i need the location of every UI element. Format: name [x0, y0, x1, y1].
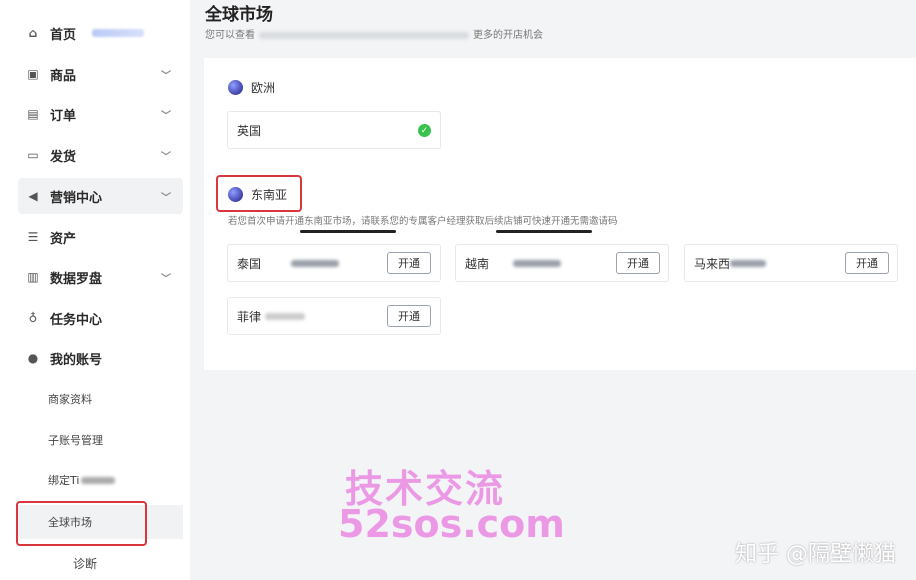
sidebar-item-label: 订单 — [50, 108, 77, 124]
sidebar-subitem-label: 诊断 — [73, 556, 98, 571]
sidebar-item-label: 商品 — [50, 68, 77, 84]
sidebar-item-data-compass[interactable]: ▥ 数据罗盘 ﹀ — [18, 259, 183, 295]
open-button-malaysia[interactable]: 开通 — [845, 252, 889, 274]
open-button-philippines[interactable]: 开通 — [387, 305, 431, 327]
chart-icon: ▥ — [27, 270, 39, 284]
region-europe-header: 欧洲 — [228, 79, 275, 96]
chevron-down-icon: ﹀ — [161, 70, 171, 82]
medal-icon: ♁ — [28, 311, 38, 325]
sidebar-item-label: 任务中心 — [50, 312, 103, 328]
page-subtitle-start: 您可以查看 — [205, 30, 255, 41]
open-button-thailand[interactable]: 开通 — [387, 252, 431, 274]
sidebar-item-label: 数据罗盘 — [50, 271, 103, 287]
sidebar-item-account[interactable]: ● 我的账号 — [18, 340, 183, 376]
globe-icon — [228, 80, 243, 95]
redacted-text — [513, 259, 562, 267]
sidebar-subitem-sub-accounts[interactable]: 子账号管理 — [18, 423, 183, 457]
sidebar-item-orders[interactable]: ▤ 订单 ﹀ — [18, 96, 183, 132]
check-icon: ✓ — [418, 124, 431, 137]
country-name: 泰国 — [237, 256, 262, 271]
home-icon: ⌂ — [28, 26, 38, 40]
goods-icon: ▣ — [27, 67, 39, 81]
sidebar-subitem-global-market[interactable]: 全球市场 — [18, 505, 183, 539]
redacted-text — [92, 29, 145, 37]
sidebar-item-label: 资产 — [50, 231, 77, 247]
chevron-down-icon: ﹀ — [161, 151, 171, 163]
shipping-icon: ▭ — [27, 148, 39, 162]
country-name: 马来西 — [694, 256, 731, 271]
annotation-underline — [496, 230, 592, 233]
page-subtitle-end: 更多的开店机会 — [473, 30, 543, 41]
region-name: 欧洲 — [251, 81, 276, 95]
megaphone-icon: ◀ — [28, 189, 38, 203]
redacted-text — [730, 259, 767, 267]
globe-icon — [228, 187, 243, 202]
sea-hint-text: 若您首次申请开通东南亚市场，请联系您的专属客户经理获取后续店铺可快速开通无需邀请… — [228, 216, 618, 227]
sidebar-item-label: 营销中心 — [50, 190, 103, 206]
region-sea-header: 东南亚 — [228, 186, 287, 203]
user-icon: ● — [27, 351, 39, 365]
watermark-line2: 52sos.com — [338, 502, 565, 546]
page-title: 全球市场 — [205, 5, 273, 25]
sidebar-subitem-diagnosis[interactable]: 诊断 — [18, 546, 183, 580]
region-name: 东南亚 — [251, 188, 288, 202]
sidebar-subitem-merchant-info[interactable]: 商家资料 — [18, 382, 183, 416]
chevron-down-icon: ﹀ — [161, 273, 171, 285]
order-icon: ▤ — [27, 107, 39, 121]
country-name: 菲律 — [237, 309, 262, 324]
open-button-vietnam[interactable]: 开通 — [616, 252, 660, 274]
sidebar-item-marketing[interactable]: ◀ 营销中心 ﹀ — [18, 178, 183, 214]
chevron-down-icon: ﹀ — [161, 110, 171, 122]
sidebar-item-home[interactable]: ⌂ 首页 — [18, 15, 183, 51]
country-card-uk[interactable]: 英国 — [227, 111, 441, 149]
sidebar-subitem-label: 全球市场 — [48, 516, 92, 529]
sidebar-subitem-label: 绑定Ti — [48, 474, 80, 487]
sidebar-subitem-label: 子账号管理 — [48, 434, 103, 447]
redacted-text — [291, 259, 340, 267]
sidebar-item-assets[interactable]: ☰ 资产 — [18, 219, 183, 255]
sidebar-item-goods[interactable]: ▣ 商品 ﹀ — [18, 56, 183, 92]
sidebar: ⌂ 首页 ▣ 商品 ﹀ ▤ 订单 ﹀ ▭ 发货 ﹀ ◀ 营销中心 ﹀ ☰ 资产 … — [0, 0, 190, 580]
assets-icon: ☰ — [27, 230, 39, 244]
sidebar-subitem-label: 商家资料 — [48, 393, 92, 406]
page-subtitle: 您可以查看 更多的开店机会 — [205, 26, 543, 41]
sidebar-subitem-bind[interactable]: 绑定Ti — [18, 463, 183, 497]
country-name: 英国 — [237, 123, 262, 138]
chevron-down-icon: ﹀ — [161, 192, 171, 204]
annotation-underline — [300, 230, 396, 233]
sidebar-item-label: 首页 — [50, 27, 77, 43]
redacted-text — [265, 312, 306, 320]
sidebar-item-tasks[interactable]: ♁ 任务中心 — [18, 300, 183, 336]
sidebar-item-shipping[interactable]: ▭ 发货 ﹀ — [18, 137, 183, 173]
sidebar-item-label: 发货 — [50, 149, 77, 165]
sidebar-item-label: 我的账号 — [50, 352, 103, 368]
redacted-text — [259, 31, 469, 39]
redacted-text — [81, 476, 116, 484]
watermark-zhihu: 知乎 @隔壁懒猫 — [735, 542, 896, 567]
country-name: 越南 — [465, 256, 490, 271]
